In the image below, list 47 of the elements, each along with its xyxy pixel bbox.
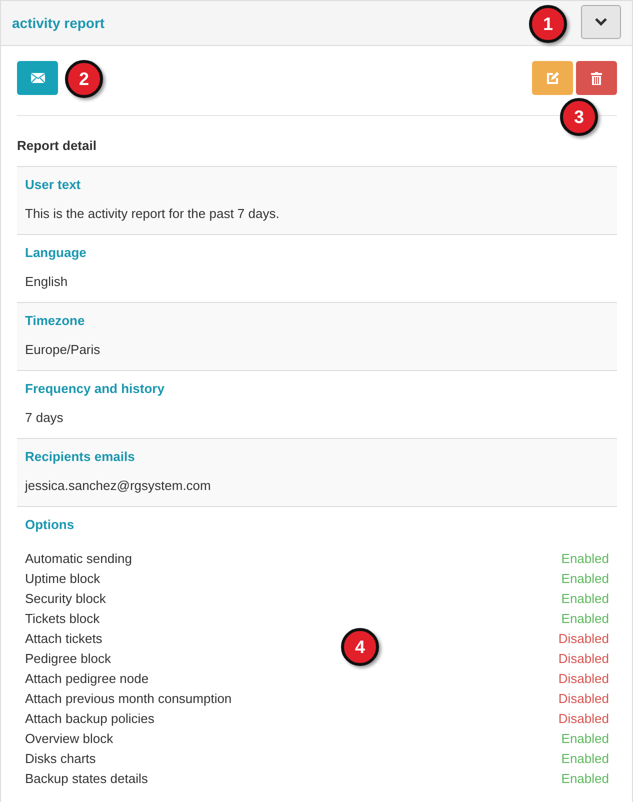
edit-icon (546, 72, 559, 84)
detail-value: 7 days (25, 410, 64, 427)
option-name: Security block (25, 590, 106, 608)
option-name: Tickets block (25, 610, 100, 628)
option-status: Disabled (558, 650, 609, 668)
detail-value: jessica.sanchez@rgsystem.com (25, 478, 212, 495)
option-name: Attach pedigree node (25, 670, 149, 688)
detail-value: Europe/Paris (25, 342, 102, 359)
callout-badge: 2 (65, 60, 103, 98)
option-name: Uptime block (25, 570, 100, 588)
option-status: Enabled (561, 590, 609, 608)
option-status: Disabled (558, 690, 609, 708)
option-status: Disabled (558, 630, 609, 648)
option-status: Enabled (561, 730, 609, 748)
panel-title: activity report (12, 15, 105, 31)
option-name: Attach previous month consumption (25, 690, 232, 708)
envelope-icon (30, 73, 44, 83)
option-status: Enabled (561, 610, 609, 628)
callout-badge: 4 (341, 628, 379, 666)
detail-label: Frequency and history (25, 381, 166, 398)
option-name: Backup states details (25, 770, 148, 788)
section-heading: Report detail (17, 138, 98, 155)
option-name: Attach backup policies (25, 710, 154, 728)
detail-label: Timezone (25, 313, 86, 330)
option-status: Enabled (561, 770, 609, 788)
trash-icon (591, 72, 602, 84)
option-status: Disabled (558, 670, 609, 688)
option-status: Disabled (558, 710, 609, 728)
detail-label: Language (25, 245, 88, 262)
collapse-button[interactable] (581, 5, 621, 39)
delete-button[interactable] (576, 61, 617, 95)
option-name: Automatic sending (25, 550, 132, 568)
email-button[interactable] (17, 61, 58, 95)
option-status: Enabled (561, 570, 609, 588)
option-status: Enabled (561, 750, 609, 768)
detail-value: This is the activity report for the past 7 days. (25, 206, 280, 223)
option-name: Disks charts (25, 750, 96, 768)
option-name: Pedigree block (25, 650, 111, 668)
detail-value: English (25, 274, 69, 291)
callout-badge: 3 (560, 98, 598, 136)
detail-label: Options (25, 517, 76, 534)
chevron-down-icon (595, 18, 607, 26)
detail-label: User text (25, 177, 82, 194)
option-status: Enabled (561, 550, 609, 568)
option-name: Overview block (25, 730, 114, 748)
detail-label: Recipients emails (25, 449, 136, 466)
option-name: Attach tickets (25, 630, 102, 648)
